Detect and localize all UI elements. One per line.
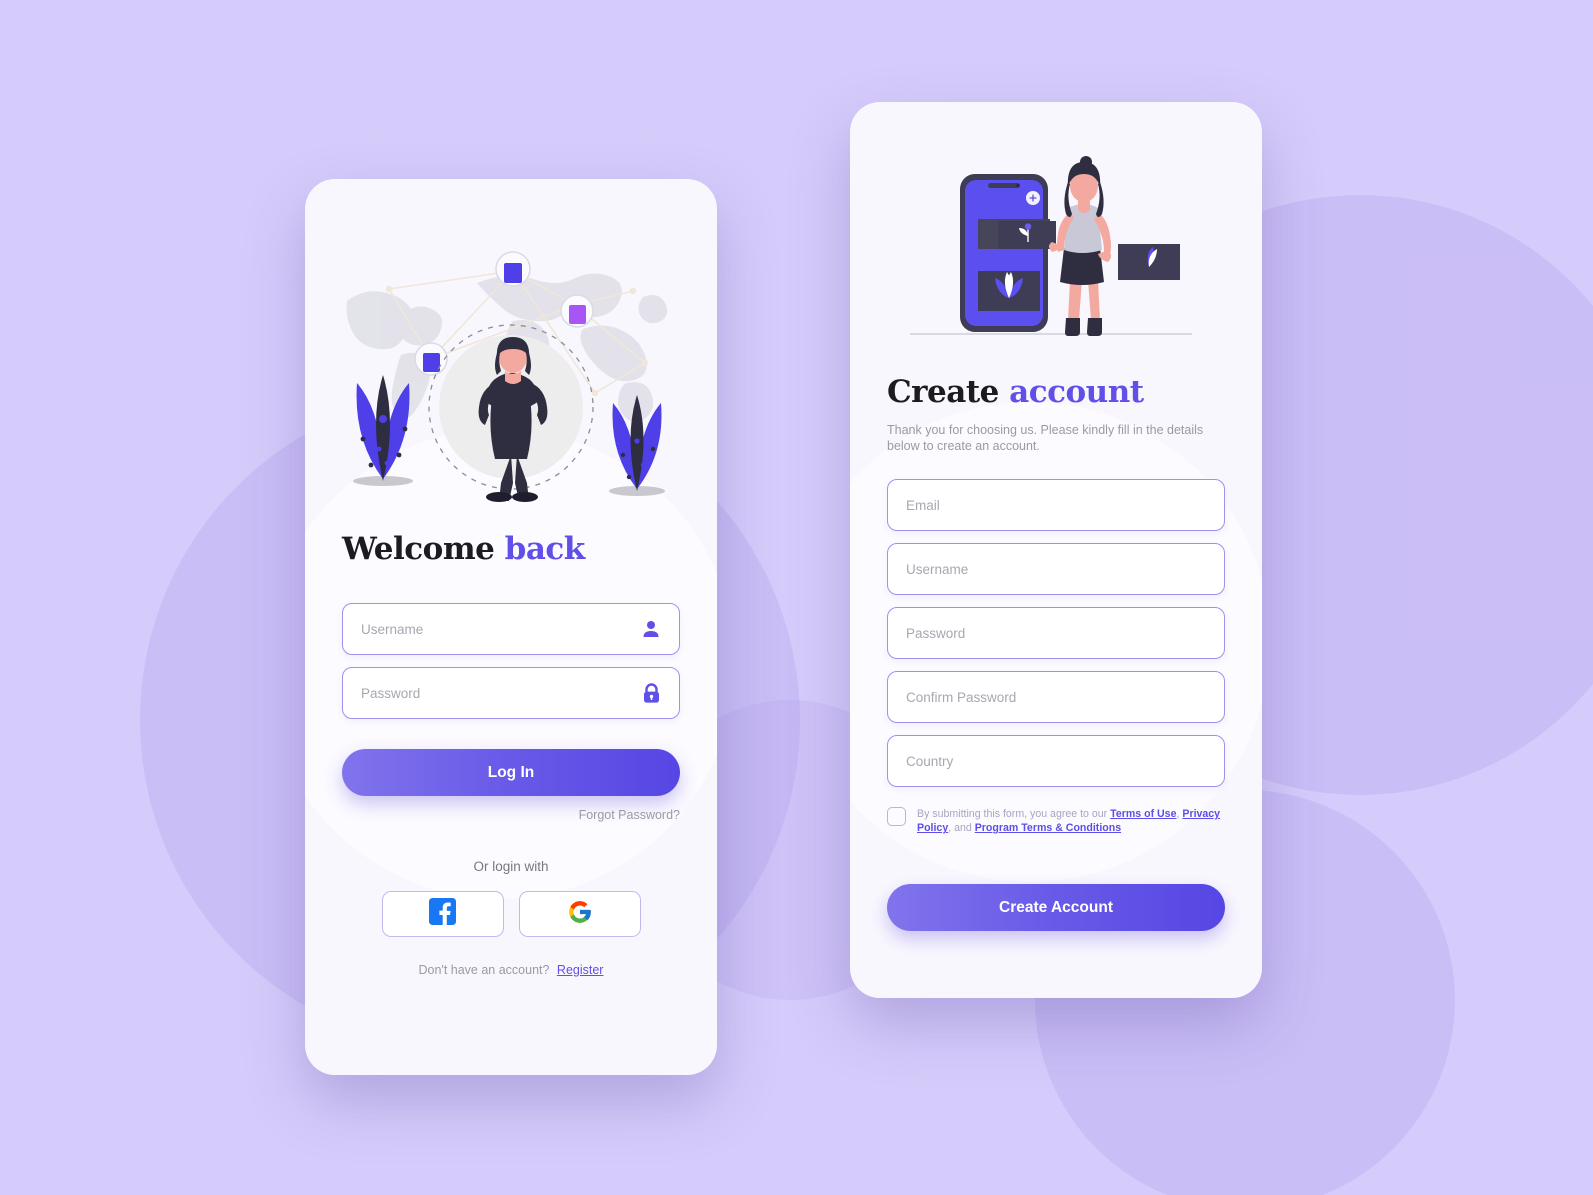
login-footer: Don't have an account? Register (342, 961, 680, 979)
terms-text: By submitting this form, you agree to ou… (917, 807, 1225, 836)
register-card: Create account Thank you for choosing us… (850, 102, 1262, 998)
terms-prefix: By submitting this form, you agree to ou… (917, 808, 1111, 820)
password-input[interactable]: Password (342, 667, 680, 719)
login-title-primary: Welcome (342, 531, 495, 567)
confirm-password-placeholder: Confirm Password (906, 689, 1017, 705)
create-account-button-label: Create Account (999, 898, 1113, 916)
register-title: Create account (887, 374, 1144, 410)
login-illustration (327, 243, 695, 503)
country-input[interactable]: Country (887, 735, 1225, 787)
log-in-button-label: Log In (487, 763, 535, 781)
create-account-button[interactable]: Create Account (887, 884, 1225, 931)
terms-of-use-link[interactable]: Terms of Use (1110, 808, 1176, 820)
country-placeholder: Country (906, 753, 954, 769)
register-username-input[interactable]: Username (887, 543, 1225, 595)
forgot-password-label: Forgot Password? (578, 808, 680, 822)
email-input[interactable]: Email (887, 479, 1225, 531)
google-icon (567, 899, 593, 930)
register-illustration (892, 150, 1210, 350)
program-terms-link[interactable]: Program Terms & Conditions (975, 822, 1121, 834)
login-title: Welcome back (342, 531, 585, 567)
register-subtitle: Thank you for choosing us. Please kindly… (887, 423, 1204, 453)
register-password-input[interactable]: Password (887, 607, 1225, 659)
terms-checkbox[interactable] (887, 807, 906, 826)
facebook-icon (429, 898, 456, 930)
login-card: Welcome back Username Password Log In Fo… (305, 179, 717, 1075)
terms-sep-2: , and (948, 822, 975, 835)
username-placeholder: Username (361, 621, 424, 637)
forgot-password-link[interactable]: Forgot Password? (342, 806, 680, 824)
register-link[interactable]: Register (557, 963, 604, 977)
login-title-accent: back (504, 531, 586, 567)
password-placeholder: Password (361, 685, 421, 701)
social-login-row (342, 891, 680, 937)
confirm-password-input[interactable]: Confirm Password (887, 671, 1225, 723)
log-in-button[interactable]: Log In (342, 749, 680, 796)
terms-row: By submitting this form, you agree to ou… (887, 807, 1225, 836)
facebook-login-button[interactable] (381, 891, 504, 937)
person-icon (641, 619, 661, 639)
background-decoration (0, 0, 1593, 1195)
register-username-placeholder: Username (906, 561, 969, 577)
register-password-placeholder: Password (906, 625, 966, 641)
login-footer-text: Don't have an account? (418, 963, 550, 977)
username-input[interactable]: Username (342, 603, 680, 655)
social-divider-label: Or login with (473, 859, 549, 874)
register-title-primary: Create (887, 374, 999, 410)
google-login-button[interactable] (518, 891, 641, 937)
email-placeholder: Email (906, 497, 940, 513)
lock-icon (642, 682, 661, 704)
register-title-accent: account (1009, 374, 1144, 410)
